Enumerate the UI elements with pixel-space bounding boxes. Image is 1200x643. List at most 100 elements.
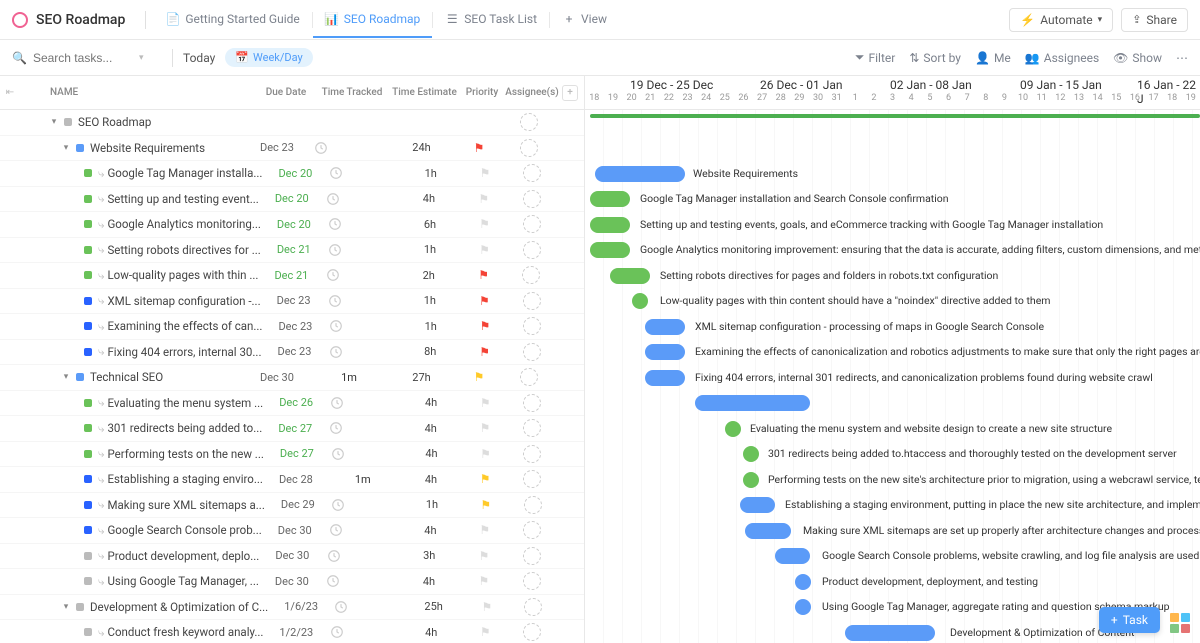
- priority-flag-icon[interactable]: ⚑: [480, 447, 491, 461]
- assignee-placeholder-icon[interactable]: [523, 164, 541, 182]
- gantt-bar[interactable]: [645, 370, 685, 386]
- status-dot[interactable]: [76, 603, 84, 611]
- task-row[interactable]: ⤷Setting robots directives for ... Dec 2…: [0, 238, 584, 264]
- task-row[interactable]: ⤷301 redirects being added to... Dec 27 …: [0, 416, 584, 442]
- assignee-placeholder-icon[interactable]: [523, 190, 541, 208]
- time-estimate[interactable]: 4h: [396, 473, 467, 486]
- gantt-bar[interactable]: [595, 166, 685, 182]
- assignee-cell[interactable]: [504, 470, 560, 488]
- today-button[interactable]: Today: [183, 51, 215, 65]
- time-estimate[interactable]: 8h: [395, 345, 466, 358]
- time-tracked-button[interactable]: [328, 243, 394, 257]
- status-dot[interactable]: [84, 526, 92, 534]
- time-tracked-button[interactable]: [328, 294, 394, 308]
- assignee-cell[interactable]: [503, 241, 560, 259]
- due-date[interactable]: Dec 20: [269, 218, 328, 231]
- task-row[interactable]: ⤷Establishing a staging enviro... Dec 28…: [0, 467, 584, 493]
- time-estimate[interactable]: 4h: [396, 626, 467, 639]
- assignee-placeholder-icon[interactable]: [520, 113, 538, 131]
- priority-flag-icon[interactable]: ⚑: [479, 243, 490, 257]
- task-row[interactable]: ⤷Performing tests on the new ... Dec 27 …: [0, 442, 584, 468]
- time-tracked-button[interactable]: [327, 549, 394, 563]
- priority-flag-icon[interactable]: ⚑: [474, 370, 485, 384]
- collapse-icon[interactable]: ▾: [60, 143, 72, 153]
- status-dot[interactable]: [84, 297, 92, 305]
- gantt-bar[interactable]: [740, 497, 775, 513]
- time-tracked-button[interactable]: [326, 574, 393, 588]
- assignee-cell[interactable]: [504, 496, 560, 514]
- search-input[interactable]: [33, 51, 133, 65]
- due-date[interactable]: Dec 30: [270, 524, 329, 537]
- due-date[interactable]: Dec 28: [271, 473, 330, 486]
- due-date[interactable]: Dec 27: [270, 422, 329, 435]
- task-row[interactable]: ▾Development & Optimization of C... 1/6/…: [0, 595, 584, 621]
- task-row[interactable]: ⤷Setting up and testing event... Dec 20 …: [0, 187, 584, 213]
- priority-flag-icon[interactable]: ⚑: [480, 625, 491, 639]
- col-tracked-header[interactable]: Time Tracked: [317, 87, 387, 98]
- gantt-milestone[interactable]: [795, 599, 811, 615]
- status-dot[interactable]: [84, 348, 92, 356]
- due-date[interactable]: Dec 21: [266, 269, 326, 282]
- time-estimate[interactable]: 6h: [394, 218, 465, 231]
- priority-flag-icon[interactable]: ⚑: [480, 166, 491, 180]
- time-estimate[interactable]: 4h: [395, 524, 466, 537]
- status-dot[interactable]: [76, 373, 84, 381]
- due-date[interactable]: Dec 29: [273, 498, 332, 511]
- time-estimate[interactable]: 4h: [393, 192, 465, 205]
- priority-flag-icon[interactable]: ⚑: [478, 574, 489, 588]
- time-tracked-button[interactable]: [328, 217, 394, 231]
- status-dot[interactable]: [84, 399, 92, 407]
- assignee-placeholder-icon[interactable]: [523, 419, 541, 437]
- week-day-toggle[interactable]: 📅 Week/Day: [225, 48, 312, 67]
- search-box[interactable]: 🔍 ▾: [12, 51, 162, 65]
- app-grid-icon[interactable]: [1170, 613, 1190, 633]
- assignee-cell[interactable]: [504, 623, 560, 641]
- time-tracked-button[interactable]: [330, 625, 396, 639]
- time-estimate[interactable]: 1h: [395, 320, 466, 333]
- task-row[interactable]: ⤷Product development, deplo... Dec 30 3h…: [0, 544, 584, 570]
- assignee-placeholder-icon[interactable]: [523, 623, 541, 641]
- assignee-cell[interactable]: [504, 394, 560, 412]
- chevron-down-icon[interactable]: ▾: [139, 53, 144, 63]
- assignee-placeholder-icon[interactable]: [523, 445, 541, 463]
- assignee-placeholder-icon[interactable]: [522, 266, 540, 284]
- assignee-placeholder-icon[interactable]: [520, 368, 538, 386]
- more-button[interactable]: ⋯: [1176, 51, 1188, 65]
- priority-flag-icon[interactable]: ⚑: [474, 141, 485, 155]
- assignee-cell[interactable]: [503, 190, 560, 208]
- assignee-placeholder-icon[interactable]: [523, 572, 541, 590]
- priority-flag-icon[interactable]: ⚑: [480, 472, 491, 486]
- due-date[interactable]: Dec 20: [270, 167, 329, 180]
- assignee-cell[interactable]: [504, 343, 561, 361]
- task-row[interactable]: ⤷Conduct fresh keyword analy... 1/2/23 4…: [0, 620, 584, 643]
- time-estimate[interactable]: 1h: [394, 294, 465, 307]
- task-row[interactable]: ▾Website Requirements Dec 23 24h ⚑: [0, 136, 584, 162]
- time-tracked-button[interactable]: [329, 166, 395, 180]
- task-row[interactable]: ⤷Google Analytics monitoring... Dec 20 6…: [0, 212, 584, 238]
- collapse-icon[interactable]: ▾: [60, 372, 72, 382]
- collapse-icon[interactable]: ▾: [60, 602, 72, 612]
- assignee-cell[interactable]: [504, 445, 560, 463]
- gantt-milestone[interactable]: [632, 293, 648, 309]
- gantt-bar[interactable]: [695, 395, 810, 411]
- status-dot[interactable]: [84, 628, 92, 636]
- time-estimate[interactable]: 1h: [395, 167, 466, 180]
- due-date[interactable]: Dec 26: [271, 396, 330, 409]
- task-row[interactable]: ⤷Evaluating the menu system ... Dec 26 4…: [0, 391, 584, 417]
- new-task-button[interactable]: + Task: [1099, 607, 1160, 633]
- assignee-cell[interactable]: [499, 113, 559, 131]
- assignees-button[interactable]: 👥Assignees: [1025, 51, 1099, 65]
- priority-flag-icon[interactable]: ⚑: [480, 319, 491, 333]
- me-button[interactable]: 👤Me: [975, 51, 1011, 65]
- collapse-icon[interactable]: ▾: [48, 117, 60, 127]
- due-date[interactable]: Dec 23: [269, 345, 328, 358]
- due-date[interactable]: Dec 27: [272, 447, 331, 460]
- gantt-bar[interactable]: [645, 344, 685, 360]
- sort-button[interactable]: ⇅Sort by: [909, 51, 961, 65]
- filter-button[interactable]: ⏷Filter: [855, 50, 895, 65]
- col-est-header[interactable]: Time Estimate: [387, 87, 462, 98]
- time-estimate[interactable]: 4h: [396, 396, 467, 409]
- time-tracked-value[interactable]: 1m: [314, 371, 384, 384]
- assignee-cell[interactable]: [503, 572, 560, 590]
- task-row[interactable]: ⤷Using Google Tag Manager, ... Dec 30 4h…: [0, 569, 584, 595]
